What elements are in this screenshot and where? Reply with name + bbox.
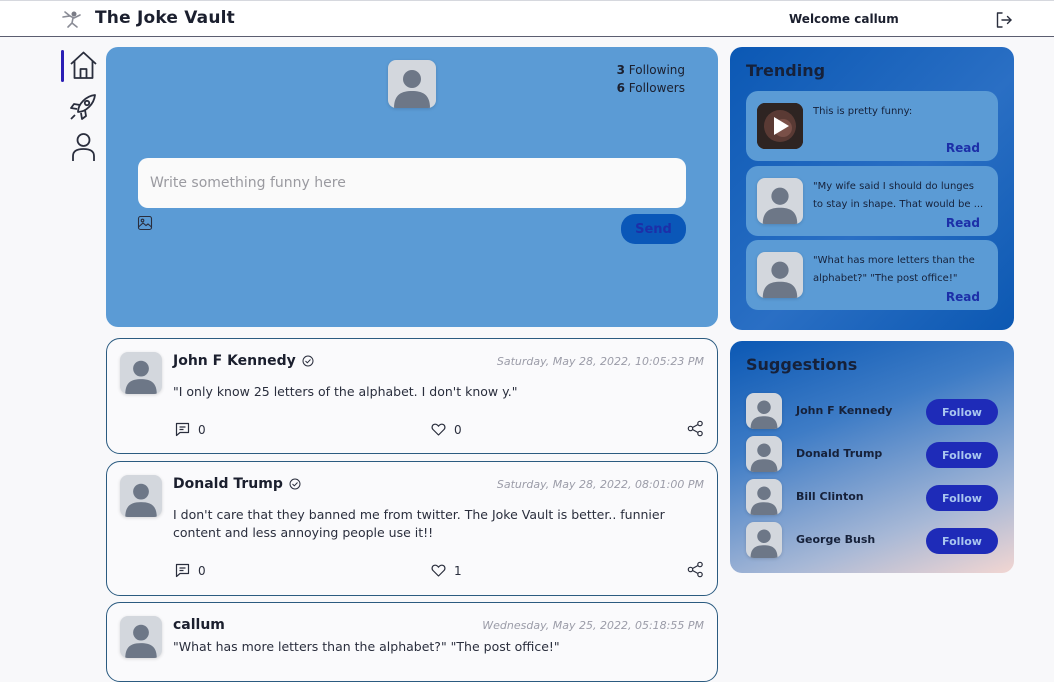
trending-panel: Trending This is pretty funny: Read "My … — [730, 47, 1014, 330]
welcome-text: Welcome callum — [789, 12, 899, 26]
post-text: "What has more letters than the alphabet… — [173, 639, 560, 654]
follow-button[interactable]: Follow — [926, 442, 998, 468]
heart-icon — [431, 423, 446, 436]
active-nav-indicator — [61, 50, 64, 82]
avatar[interactable] — [757, 178, 803, 224]
post-text: "I only know 25 letters of the alphabet.… — [173, 384, 518, 399]
follow-button[interactable]: Follow — [926, 528, 998, 554]
suggestion-name[interactable]: George Bush — [796, 533, 875, 546]
logout-icon[interactable] — [994, 10, 1014, 30]
trending-title: Trending — [746, 61, 826, 80]
follow-stats: 3 Following 6 Followers — [617, 61, 685, 97]
user-icon[interactable] — [69, 132, 98, 162]
following-stat[interactable]: 3 Following — [617, 61, 685, 79]
app-title[interactable]: The Joke Vault — [95, 8, 235, 28]
follow-button[interactable]: Follow — [926, 485, 998, 511]
post-card: callum Wednesday, May 25, 2022, 05:18:55… — [106, 602, 718, 682]
trending-item[interactable]: "My wife said I should do lunges to stay… — [746, 166, 998, 236]
avatar[interactable] — [757, 252, 803, 298]
post-author[interactable]: John F Kennedy — [173, 353, 314, 369]
avatar[interactable] — [746, 436, 782, 472]
post-composer: 3 Following 6 Followers Send — [106, 47, 718, 327]
comment-button[interactable]: 0 — [175, 422, 206, 437]
suggestion-item: Bill Clinton Follow — [746, 479, 998, 515]
logo-icon — [62, 11, 81, 28]
rocket-icon[interactable] — [69, 92, 98, 122]
follow-button[interactable]: Follow — [926, 399, 998, 425]
avatar[interactable] — [746, 393, 782, 429]
suggestion-item: John F Kennedy Follow — [746, 393, 998, 429]
post-card: John F Kennedy Saturday, May 28, 2022, 1… — [106, 338, 718, 454]
comment-icon — [175, 563, 190, 578]
post-date: Saturday, May 28, 2022, 10:05:23 PM — [496, 355, 704, 368]
suggestion-item: Donald Trump Follow — [746, 436, 998, 472]
avatar[interactable] — [388, 60, 436, 108]
trending-text: "What has more letters than the alphabet… — [813, 255, 975, 284]
avatar[interactable] — [746, 522, 782, 558]
comment-icon — [175, 422, 190, 437]
post-input[interactable] — [138, 158, 686, 208]
avatar[interactable] — [120, 352, 162, 394]
suggestion-name[interactable]: Bill Clinton — [796, 490, 864, 503]
like-button[interactable]: 1 — [431, 563, 462, 578]
trending-text: This is pretty funny: — [813, 106, 913, 117]
comment-count: 0 — [198, 422, 206, 437]
post-date: Saturday, May 28, 2022, 08:01:00 PM — [496, 478, 704, 491]
suggestions-title: Suggestions — [746, 355, 858, 374]
heart-icon — [431, 564, 446, 577]
like-button[interactable]: 0 — [431, 422, 462, 437]
followers-stat[interactable]: 6 Followers — [617, 79, 685, 97]
home-icon[interactable] — [69, 50, 98, 80]
verified-icon — [289, 478, 301, 490]
trending-item[interactable]: "What has more letters than the alphabet… — [746, 240, 998, 310]
avatar[interactable] — [120, 616, 162, 658]
top-bar: The Joke Vault Welcome callum — [0, 0, 1054, 37]
suggestion-name[interactable]: John F Kennedy — [796, 404, 892, 417]
verified-icon — [302, 355, 314, 367]
send-button[interactable]: Send — [621, 214, 686, 244]
comment-count: 0 — [198, 563, 206, 578]
post-text: I don't care that they banned me from tw… — [173, 507, 665, 540]
trending-text: "My wife said I should do lunges to stay… — [813, 181, 984, 210]
suggestion-name[interactable]: Donald Trump — [796, 447, 882, 460]
share-icon[interactable] — [687, 561, 704, 578]
like-count: 0 — [454, 422, 462, 437]
like-count: 1 — [454, 563, 462, 578]
avatar[interactable] — [120, 475, 162, 517]
video-thumbnail[interactable] — [757, 103, 803, 149]
post-author[interactable]: Donald Trump — [173, 476, 301, 492]
post-author[interactable]: callum — [173, 617, 225, 633]
comment-button[interactable]: 0 — [175, 563, 206, 578]
suggestion-item: George Bush Follow — [746, 522, 998, 558]
read-link[interactable]: Read — [946, 290, 980, 304]
image-upload-icon[interactable] — [137, 215, 153, 231]
suggestions-panel: Suggestions John F Kennedy Follow Donald… — [730, 341, 1014, 573]
read-link[interactable]: Read — [946, 216, 980, 230]
post-card: Donald Trump Saturday, May 28, 2022, 08:… — [106, 461, 718, 596]
trending-item[interactable]: This is pretty funny: Read — [746, 91, 998, 161]
read-link[interactable]: Read — [946, 141, 980, 155]
post-date: Wednesday, May 25, 2022, 05:18:55 PM — [482, 619, 704, 632]
share-icon[interactable] — [687, 420, 704, 437]
avatar[interactable] — [746, 479, 782, 515]
